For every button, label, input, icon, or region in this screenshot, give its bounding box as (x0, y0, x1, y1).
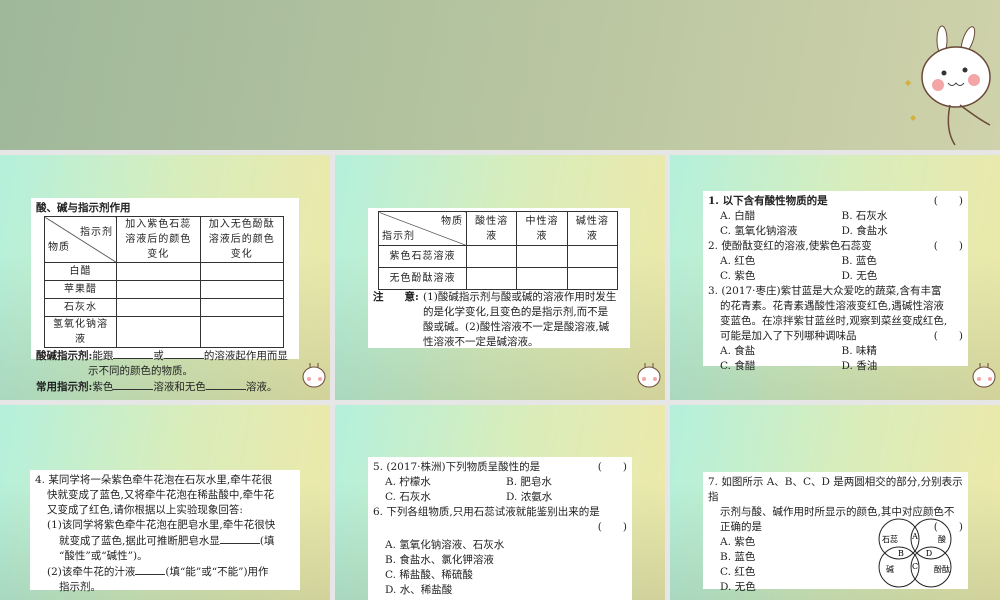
column-header: 中性溶液 (516, 211, 568, 246)
svg-text:碱: 碱 (886, 565, 894, 574)
slide-indicator-colors[interactable]: 物质 指示剂 酸性溶液 中性溶液 碱性溶液 紫色石蕊溶液 无色酚酞溶液 注 意: (1)… (335, 155, 665, 400)
svg-text:酸: 酸 (938, 534, 946, 544)
content-box: 5. (2017·株洲)下列物质呈酸性的是( ) A. 柠檬水 B. 肥皂水 C.… (368, 457, 632, 600)
slide-question-7[interactable]: 7. 如图所示 A、B、C、D 是两圆相交的部分,分别表示指 示剂与酸、碱作用时所… (670, 405, 1000, 600)
definition-cont: 示不同的颜色的物质。 (88, 365, 193, 377)
venn-diagram: 石蕊 酸 碱 酚酞 AB CD (878, 518, 952, 588)
column-header: 加入无色酚酞溶液后的颜色变化 (199, 216, 284, 263)
content-box: 酸、碱与指示剂作用 指示剂 物质 加入紫色石蕊溶液后的颜色变化 加入无色酚酞溶液后的… (31, 198, 299, 393)
previous-slide-strip: ◆ ◆ (0, 0, 1000, 150)
question-1: 1. 以下含有酸性物质的是( ) (708, 195, 963, 207)
row-header: 白醋 (44, 262, 117, 281)
definition-line: 酸碱指示剂:能跟或的溶液起作用而显 (36, 350, 288, 362)
slide-questions-5-6[interactable]: 5. (2017·株洲)下列物质呈酸性的是( ) A. 柠檬水 B. 肥皂水 C.… (335, 405, 665, 600)
svg-text:石蕊: 石蕊 (882, 534, 898, 544)
svg-text:◆: ◆ (905, 78, 912, 87)
row-header: 无色酚酞溶液 (378, 267, 467, 290)
rabbit-mascot-icon (637, 363, 661, 388)
slide-questions-1-3[interactable]: 1. 以下含有酸性物质的是( ) A. 白醋 B. 石灰水 C. 氢氧化钠溶液 D.… (670, 155, 1000, 400)
column-header: 碱性溶液 (566, 211, 619, 246)
svg-text:酚酞: 酚酞 (934, 564, 950, 574)
question-3: 3. (2017·枣庄)紫甘蓝是大众爱吃的蔬菜,含有丰富 的花青素。花青素遇酸性溶… (708, 285, 963, 342)
indicator-table: 指示剂 物质 加入紫色石蕊溶液后的颜色变化 加入无色酚酞溶液后的颜色变化 白醋 苹果… (44, 216, 284, 348)
content-box: 物质 指示剂 酸性溶液 中性溶液 碱性溶液 紫色石蕊溶液 无色酚酞溶液 注 意: (1)… (368, 208, 630, 348)
content-box: 1. 以下含有酸性物质的是( ) A. 白醋 B. 石灰水 C. 氢氧化钠溶液 D.… (703, 191, 968, 372)
row-header: 氢氧化钠溶液 (44, 316, 117, 348)
rabbit-mascot-icon (302, 363, 326, 388)
diag-header-top: 指示剂 (80, 226, 113, 238)
rabbit-mascot-icon (972, 363, 996, 388)
section-title: 酸、碱与指示剂作用 (36, 202, 131, 214)
row-header: 苹果醋 (44, 280, 117, 299)
slide-question-4[interactable]: 4. 某同学将一朵紫色牵牛花泡在石灰水里,牵牛花很 快就变成了蓝色,又将牵牛花泡在… (0, 405, 330, 600)
color-table: 物质 指示剂 酸性溶液 中性溶液 碱性溶液 紫色石蕊溶液 无色酚酞溶液 (378, 211, 619, 290)
column-header: 加入紫色石蕊溶液后的颜色变化 (116, 216, 201, 263)
slide-indicator-table[interactable]: 酸、碱与指示剂作用 指示剂 物质 加入紫色石蕊溶液后的颜色变化 加入无色酚酞溶液后的… (0, 155, 330, 400)
content-box: 7. 如图所示 A、B、C、D 是两圆相交的部分,分别表示指 示剂与酸、碱作用时所… (703, 472, 968, 593)
rabbit-mascot-icon: ◆◆ (905, 25, 991, 146)
content-box: 4. 某同学将一朵紫色牵牛花泡在石灰水里,牵牛花很 快就变成了蓝色,又将牵牛花泡在… (30, 470, 300, 593)
svg-text:◆: ◆ (910, 113, 917, 122)
diag-header-bottom: 物质 (48, 241, 70, 253)
row-header: 紫色石蕊溶液 (378, 245, 467, 268)
svg-text:A: A (911, 532, 918, 541)
common-indicator-line: 常用指示剂:紫色 溶液和无色 溶液。 (36, 381, 278, 393)
svg-text:C: C (912, 562, 918, 571)
question-2: 2. 使酚酞变红的溶液,使紫色石蕊变( ) (708, 240, 963, 252)
column-header: 酸性溶液 (465, 211, 518, 246)
svg-text:D: D (926, 549, 932, 558)
row-header: 石灰水 (44, 298, 117, 317)
svg-text:B: B (898, 549, 904, 558)
note: 注 意: (1)酸碱指示剂与酸或碱的溶液作用时发生 的是化学变化,且变色的是指示剂,… (373, 291, 617, 348)
